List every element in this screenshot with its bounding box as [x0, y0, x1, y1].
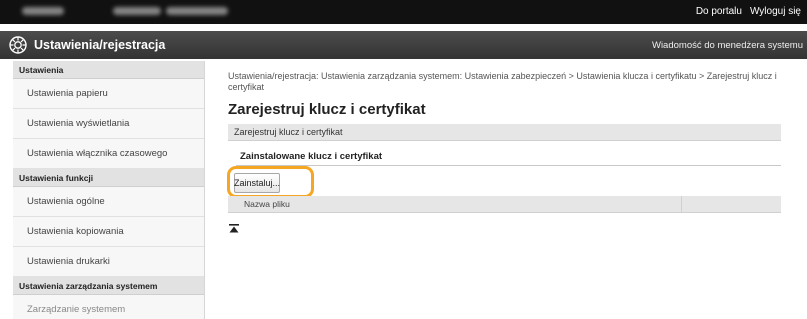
settings-globe-icon [9, 36, 27, 54]
installed-key-heading: Zainstalowane klucz i certyfikat [240, 151, 383, 162]
portal-link[interactable]: Do portalu [696, 6, 742, 17]
redacted-text [113, 7, 161, 15]
page-title: Zarejestruj klucz i certyfikat [228, 101, 426, 118]
logout-link[interactable]: Wyloguj się [750, 6, 801, 17]
sidebar-item-paper[interactable]: Ustawienia papieru [13, 79, 204, 109]
table-header: Nazwa pliku [228, 196, 781, 213]
install-button[interactable]: Zainstaluj... [234, 173, 280, 193]
sidebar-item-display[interactable]: Ustawienia wyświetlania [13, 109, 204, 139]
top-links: Do portalu Wyloguj się [696, 6, 801, 17]
title-bar: Ustawienia/rejestracja Wiadomość do mene… [0, 31, 807, 59]
column-separator [681, 196, 682, 213]
sidebar-section-settings: Ustawienia [13, 61, 204, 79]
divider [236, 165, 781, 166]
sidebar: Ustawienia Ustawienia papieru Ustawienia… [13, 61, 205, 319]
sidebar-item-printer[interactable]: Ustawienia drukarki [13, 247, 204, 277]
redacted-text [166, 7, 228, 15]
top-bar: Do portalu Wyloguj się [0, 0, 807, 24]
sidebar-item-timer[interactable]: Ustawienia włącznika czasowego [13, 139, 204, 169]
page-header-title: Ustawienia/rejestracja [34, 38, 166, 52]
sidebar-item-system-management[interactable]: Zarządzanie systemem [13, 295, 204, 319]
sidebar-item-general[interactable]: Ustawienia ogólne [13, 187, 204, 217]
section-header: Zarejestruj klucz i certyfikat [228, 124, 781, 141]
manager-message-link[interactable]: Wiadomość do menedżera systemu [652, 40, 803, 51]
scroll-to-top-icon[interactable] [229, 224, 239, 234]
redacted-text [22, 7, 64, 15]
column-file-name: Nazwa pliku [244, 199, 290, 209]
sidebar-item-copy[interactable]: Ustawienia kopiowania [13, 217, 204, 247]
breadcrumb[interactable]: Ustawienia/rejestracja: Ustawienia zarzą… [228, 71, 793, 93]
sidebar-section-functions: Ustawienia funkcji [13, 169, 204, 187]
sidebar-section-system: Ustawienia zarządzania systemem [13, 277, 204, 295]
